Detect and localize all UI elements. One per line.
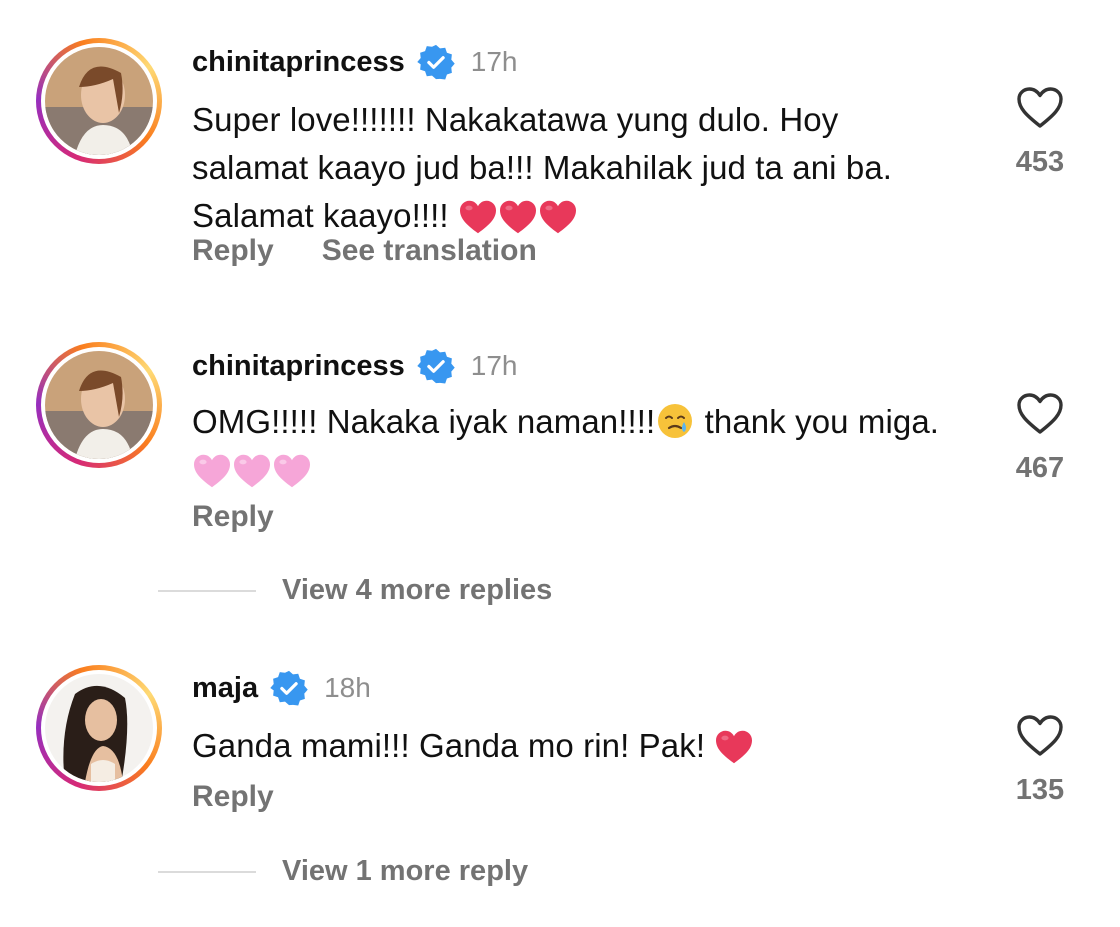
- pink-heart-icon: [232, 453, 272, 489]
- profile-photo: [45, 47, 153, 155]
- like-count: 453: [1015, 146, 1065, 178]
- like-count: 135: [1015, 774, 1065, 806]
- like-heart-icon[interactable]: [1016, 714, 1064, 758]
- red-heart-icon: [538, 199, 578, 235]
- verified-badge-icon: [417, 347, 455, 385]
- comment-header: chinitaprincess 17h: [192, 344, 517, 388]
- see-translation-button[interactable]: See translation: [322, 234, 537, 268]
- comment-actions: Reply See translation: [192, 234, 537, 268]
- comment-header: chinitaprincess 17h: [192, 40, 517, 84]
- like-heart-icon[interactable]: [1016, 86, 1064, 130]
- like-control: 135: [1000, 714, 1080, 807]
- timestamp: 18h: [324, 672, 371, 703]
- profile-photo: [45, 351, 153, 459]
- view-more-replies[interactable]: View 1 more reply: [158, 855, 528, 888]
- avatar[interactable]: [36, 665, 162, 791]
- comment-text: Super love!!!!!!! Nakakatawa yung dulo. …: [192, 96, 952, 240]
- comment-text: Ganda mami!!! Ganda mo rin! Pak!: [192, 722, 952, 770]
- avatar[interactable]: [36, 342, 162, 468]
- red-heart-icon: [714, 729, 754, 765]
- comment-text: OMG!!!!! Nakaka iyak naman!!!! thank you…: [192, 398, 952, 494]
- like-control: 453: [1000, 86, 1080, 179]
- comment-actions: Reply: [192, 500, 274, 534]
- view-more-replies-label[interactable]: View 4 more replies: [282, 574, 552, 607]
- comment-text-part: OMG!!!!! Nakaka iyak naman!!!!: [192, 403, 656, 440]
- like-count: 467: [1015, 452, 1065, 484]
- view-more-replies-label[interactable]: View 1 more reply: [282, 855, 528, 888]
- verified-badge-icon: [270, 669, 308, 707]
- pink-heart-icon: [192, 453, 232, 489]
- like-heart-icon[interactable]: [1016, 392, 1064, 436]
- divider-line: [158, 870, 256, 873]
- username[interactable]: maja: [192, 672, 258, 705]
- red-heart-icon: [498, 199, 538, 235]
- comment-text-part: thank you miga.: [695, 403, 940, 440]
- username[interactable]: chinitaprincess: [192, 350, 405, 383]
- view-more-replies[interactable]: View 4 more replies: [158, 574, 552, 607]
- reply-button[interactable]: Reply: [192, 234, 274, 268]
- timestamp: 17h: [470, 350, 518, 381]
- face-holding-back-tears-icon: [655, 401, 695, 441]
- comment-actions: Reply: [192, 780, 274, 814]
- pink-heart-icon: [272, 453, 312, 489]
- red-heart-icon: [458, 199, 498, 235]
- profile-photo: [45, 674, 153, 782]
- verified-badge-icon: [417, 43, 455, 81]
- comment-text-content: Ganda mami!!! Ganda mo rin! Pak!: [192, 727, 706, 764]
- comment-header: maja 18h: [192, 666, 371, 710]
- timestamp: 17h: [470, 46, 518, 77]
- username[interactable]: chinitaprincess: [192, 46, 405, 79]
- reply-button[interactable]: Reply: [192, 500, 274, 534]
- reply-button[interactable]: Reply: [192, 780, 274, 814]
- like-control: 467: [1000, 392, 1080, 485]
- avatar[interactable]: [36, 38, 162, 164]
- divider-line: [158, 589, 256, 592]
